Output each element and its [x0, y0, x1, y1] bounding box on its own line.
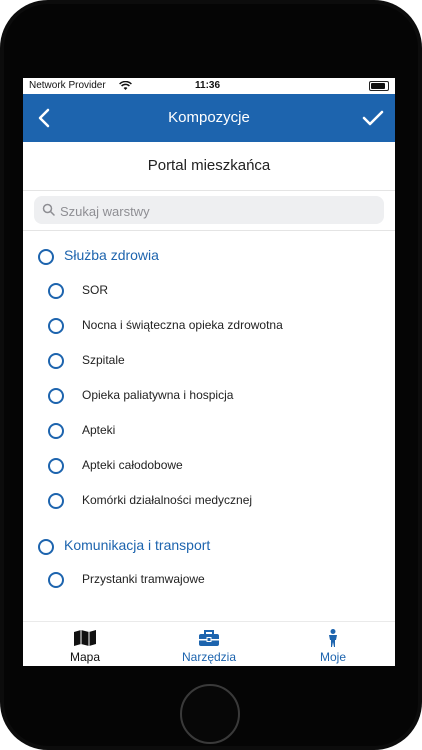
- radio-button[interactable]: [48, 423, 64, 439]
- wifi-icon: [119, 81, 132, 90]
- radio-button[interactable]: [48, 353, 64, 369]
- home-button[interactable]: [180, 684, 240, 744]
- list-item[interactable]: Apteki: [23, 413, 395, 448]
- checkmark-icon[interactable]: [361, 106, 385, 130]
- radio-button[interactable]: [48, 388, 64, 404]
- category-label: Służba zdrowia: [64, 247, 159, 263]
- status-bar: Network Provider 11:36: [23, 78, 395, 94]
- tab-label: Moje: [319, 650, 346, 664]
- battery-icon: [369, 81, 389, 91]
- tab-mapa[interactable]: Mapa: [23, 622, 147, 666]
- list-item[interactable]: Opieka paliatywna i hospicja: [23, 378, 395, 413]
- item-label: Apteki: [82, 423, 116, 437]
- network-provider: Network Provider: [29, 80, 106, 91]
- person-icon: [329, 629, 337, 647]
- app-screen: Network Provider 11:36 Kompozycje Portal…: [23, 78, 395, 666]
- list-item[interactable]: Nocna i świąteczna opieka zdrowotna: [23, 308, 395, 343]
- search-input[interactable]: [58, 200, 382, 222]
- list-item[interactable]: SOR: [23, 273, 395, 308]
- radio-button[interactable]: [48, 318, 64, 334]
- item-label: Szpitale: [82, 353, 125, 367]
- radio-button[interactable]: [38, 249, 54, 265]
- radio-button[interactable]: [48, 283, 64, 299]
- category-row[interactable]: Komunikacja i transport: [23, 521, 395, 556]
- item-label: Opieka paliatywna i hospicja: [82, 388, 234, 402]
- search-bar[interactable]: [34, 196, 384, 224]
- item-label: Komórki działalności medycznej: [82, 493, 253, 507]
- clock: 11:36: [195, 80, 221, 91]
- portal-title: Portal mieszkańca: [23, 142, 395, 191]
- search-icon: [42, 203, 55, 216]
- list-item[interactable]: Szpitale: [23, 343, 395, 378]
- map-icon: [74, 630, 96, 646]
- tab-label: Narzędzia: [181, 650, 237, 664]
- tab-narzedzia[interactable]: Narzędzia: [147, 622, 271, 666]
- radio-button[interactable]: [48, 458, 64, 474]
- item-label: SOR: [82, 283, 109, 297]
- list-item[interactable]: Apteki całodobowe: [23, 448, 395, 483]
- tab-moje[interactable]: Moje: [271, 622, 395, 666]
- list-item[interactable]: Przystanki tramwajowe: [23, 562, 395, 597]
- nav-bar: Kompozycje: [23, 94, 395, 142]
- category-row[interactable]: Służba zdrowia: [23, 231, 395, 266]
- category-label: Komunikacja i transport: [64, 537, 211, 553]
- radio-button[interactable]: [38, 539, 54, 555]
- radio-button[interactable]: [48, 572, 64, 588]
- item-label: Przystanki tramwajowe: [82, 572, 205, 586]
- toolbox-icon: [199, 630, 219, 646]
- item-label: Nocna i świąteczna opieka zdrowotna: [82, 318, 283, 332]
- item-label: Apteki całodobowe: [82, 458, 183, 472]
- list-item[interactable]: Komórki działalności medycznej: [23, 483, 395, 518]
- page-title: Kompozycje: [168, 109, 250, 126]
- radio-button[interactable]: [48, 493, 64, 509]
- tab-label: Mapa: [69, 650, 101, 664]
- tab-bar: Mapa Narzędzia Moje: [23, 621, 395, 666]
